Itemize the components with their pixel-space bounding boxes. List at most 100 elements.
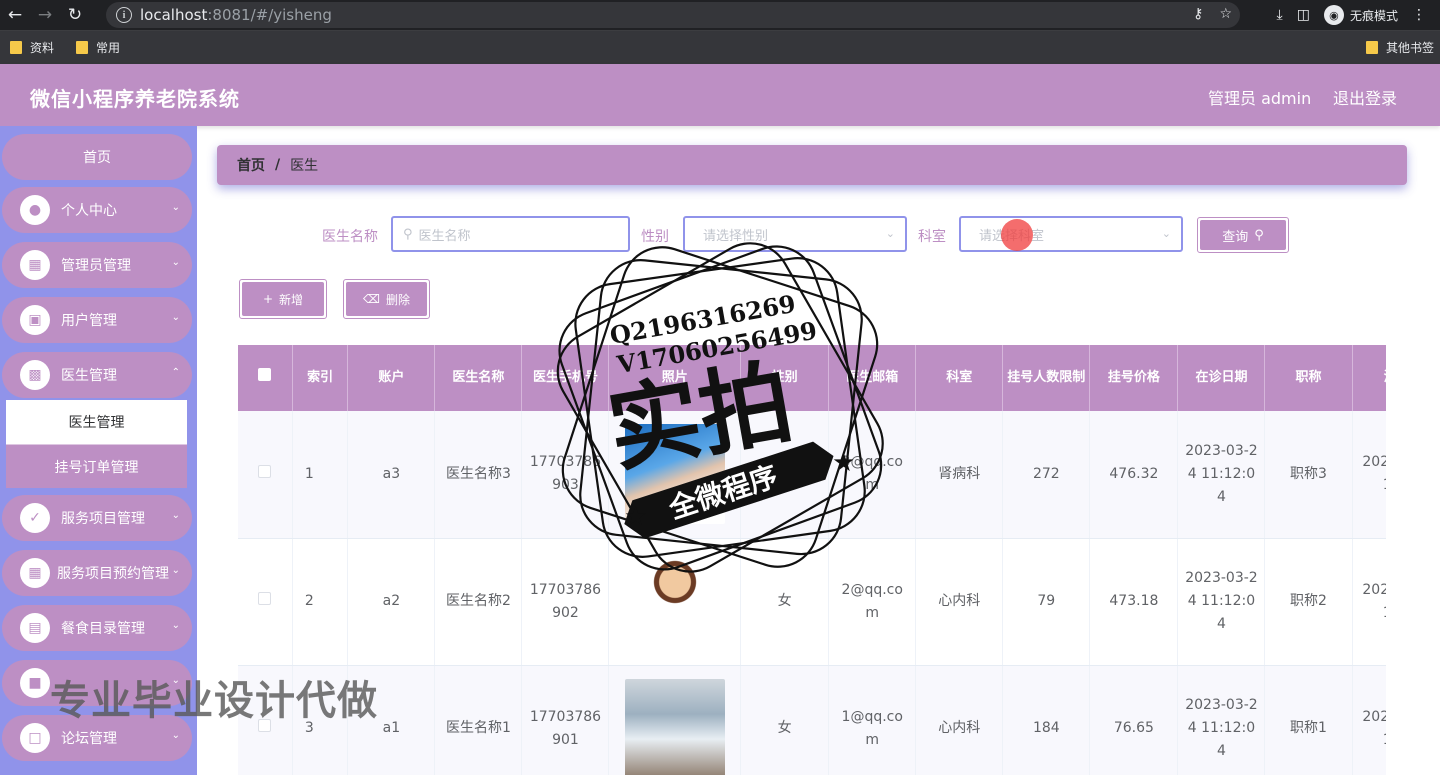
chevron-down-icon: ⌄	[171, 730, 180, 741]
gender-select[interactable]: 请选择性别 ⌄	[683, 216, 907, 252]
sidebar-item-hidden[interactable]: ■ ⌄	[2, 660, 192, 706]
star-icon[interactable]: ☆	[1219, 6, 1232, 22]
table-row[interactable]: 1 a3 医生名称3 17703786903 女 3@qq.com 肾病科 27…	[238, 411, 1386, 539]
query-button[interactable]: 查询 ⚲	[1197, 217, 1289, 253]
sidebar-item-forum[interactable]: □ 论坛管理 ⌄	[2, 715, 192, 761]
doctor-name-label: 医生名称	[322, 229, 378, 245]
cell-gender: 女	[740, 411, 830, 539]
table-row[interactable]: 3 a1 医生名称1 17703786901 女 1@qq.com 心内科 18…	[238, 665, 1386, 775]
other-bookmarks[interactable]: 其他书签	[1365, 39, 1434, 56]
sidebar-item-users[interactable]: ▣ 用户管理 ⌄	[2, 297, 192, 343]
person-icon: ●	[20, 195, 50, 225]
cell-photo	[608, 538, 742, 666]
cell-email: 2@qq.com	[828, 538, 917, 666]
column-header: 添加时间	[1352, 345, 1386, 411]
cell-index: 2	[292, 538, 349, 666]
sidebar-item-admins[interactable]: ▦ 管理员管理 ⌄	[2, 242, 192, 288]
sidebar: 首页 ● 个人中心 ⌄ ▦ 管理员管理 ⌄ ▣ 用户管理 ⌄ ▩ 医生管理 ⌃ …	[0, 126, 197, 775]
add-button[interactable]: + 新增	[239, 279, 327, 319]
table-row[interactable]: 2 a2 医生名称2 17703786902 女 2@qq.com 心内科 79…	[238, 538, 1386, 666]
sidebar-item-service-bookings[interactable]: ▦ 服务项目预约管理 ⌄	[2, 550, 192, 596]
sidebar-item-doctors[interactable]: ▩ 医生管理 ⌃	[2, 352, 192, 398]
row-checkbox[interactable]	[238, 538, 293, 666]
cell-email: 1@qq.com	[828, 665, 917, 775]
doctor-photo[interactable]	[624, 678, 725, 775]
row-checkbox[interactable]	[238, 411, 293, 539]
bookmark-folder[interactable]: 资料	[10, 39, 54, 56]
cell-date: 2023-03-24 11:12:04	[1177, 538, 1266, 666]
box-icon: ■	[20, 668, 50, 698]
cursor-highlight	[1001, 219, 1033, 251]
menu-icon[interactable]: ⋮	[1412, 7, 1426, 23]
cell-price: 476.32	[1089, 411, 1179, 539]
doctor-table: 索引 账户 医生名称 医生手机号 照片 性别 医生邮箱 科室 挂号人数限制 挂号…	[238, 345, 1386, 775]
sidebar-subitem-doctors[interactable]: 医生管理	[6, 400, 187, 444]
chevron-down-icon: ⌄	[171, 620, 180, 631]
gender-label: 性别	[641, 229, 669, 245]
download-icon[interactable]: ⤓	[1277, 7, 1283, 23]
folder-icon	[1365, 41, 1378, 54]
column-header: 职称	[1264, 345, 1353, 411]
clipboard-icon: ✓	[20, 503, 50, 533]
key-icon[interactable]: ⚷	[1193, 6, 1203, 22]
address-bar[interactable]: i localhost:8081/#/yisheng ⚷ ☆	[106, 2, 1240, 28]
cell-photo	[608, 665, 742, 775]
folder-icon	[76, 41, 89, 54]
logout-link[interactable]: 退出登录	[1333, 85, 1397, 109]
forward-icon[interactable]: →	[30, 0, 60, 30]
cell-title: 职称2	[1264, 538, 1353, 666]
column-header: 在诊日期	[1177, 345, 1266, 411]
breadcrumb-separator: /	[275, 157, 281, 173]
reload-icon[interactable]: ↻	[60, 0, 90, 30]
cell-name: 医生名称3	[434, 411, 523, 539]
sidebar-item-services[interactable]: ✓ 服务项目管理 ⌄	[2, 495, 192, 541]
cell-dept: 肾病科	[915, 411, 1004, 539]
column-header: 索引	[292, 345, 349, 411]
back-icon[interactable]: ←	[0, 0, 30, 30]
cell-limit: 184	[1002, 665, 1091, 775]
cell-gender: 女	[740, 665, 830, 775]
column-header: 账户	[347, 345, 436, 411]
sidebar-item-home[interactable]: 首页	[2, 134, 192, 180]
doctor-photo[interactable]	[624, 551, 725, 652]
column-header: 医生名称	[434, 345, 523, 411]
column-header: 性别	[740, 345, 830, 411]
search-icon: ⚲	[1254, 227, 1264, 243]
sidebar-subitem-orders[interactable]: 挂号订单管理	[6, 444, 187, 488]
cell-date: 2023-03-24 11:12:04	[1177, 411, 1266, 539]
column-header: 挂号人数限制	[1002, 345, 1091, 411]
row-checkbox[interactable]	[238, 665, 293, 775]
chevron-down-icon: ⌄	[171, 565, 180, 576]
sidebar-item-meals[interactable]: ▤ 餐食目录管理 ⌄	[2, 605, 192, 651]
browser-toolbar: ← → ↻ i localhost:8081/#/yisheng ⚷ ☆ ⤓ ◫…	[0, 0, 1440, 30]
incognito-indicator[interactable]: ◉ 无痕模式	[1323, 5, 1398, 25]
clipboard-icon: □	[20, 723, 50, 753]
chevron-down-icon: ⌄	[885, 227, 895, 240]
folder-icon	[10, 41, 22, 54]
doctor-photo[interactable]	[624, 424, 725, 525]
cell-account: a1	[347, 665, 436, 775]
current-user: 管理员 admin	[1208, 89, 1312, 108]
cell-index: 1	[292, 411, 349, 539]
table-header-row: 索引 账户 医生名称 医生手机号 照片 性别 医生邮箱 科室 挂号人数限制 挂号…	[238, 345, 1386, 411]
bookmarks-bar: 资料 常用 其他书签	[0, 30, 1440, 64]
department-label: 科室	[918, 229, 946, 245]
cell-phone: 17703786902	[521, 538, 610, 666]
cell-photo	[608, 411, 742, 539]
select-all-checkbox[interactable]	[238, 345, 293, 411]
doctor-name-input[interactable]: ⚲ 医生名称	[391, 216, 630, 252]
grid-icon: ▦	[20, 250, 50, 280]
sidebar-item-profile[interactable]: ● 个人中心 ⌄	[2, 187, 192, 233]
column-header: 科室	[915, 345, 1004, 411]
chevron-down-icon: ⌄	[171, 510, 180, 521]
grid-icon: ▦	[20, 558, 50, 588]
breadcrumb-home[interactable]: 首页	[237, 155, 265, 175]
bookmark-folder[interactable]: 常用	[76, 39, 120, 56]
sidepanel-icon[interactable]: ◫	[1297, 7, 1310, 23]
cell-limit: 79	[1002, 538, 1091, 666]
cell-name: 医生名称1	[434, 665, 523, 775]
delete-button[interactable]: ⌫ 删除	[343, 279, 430, 319]
info-icon[interactable]: i	[116, 7, 132, 23]
chevron-down-icon: ⌄	[171, 202, 180, 213]
department-select[interactable]: 请选择科室 ⌄	[959, 216, 1183, 252]
